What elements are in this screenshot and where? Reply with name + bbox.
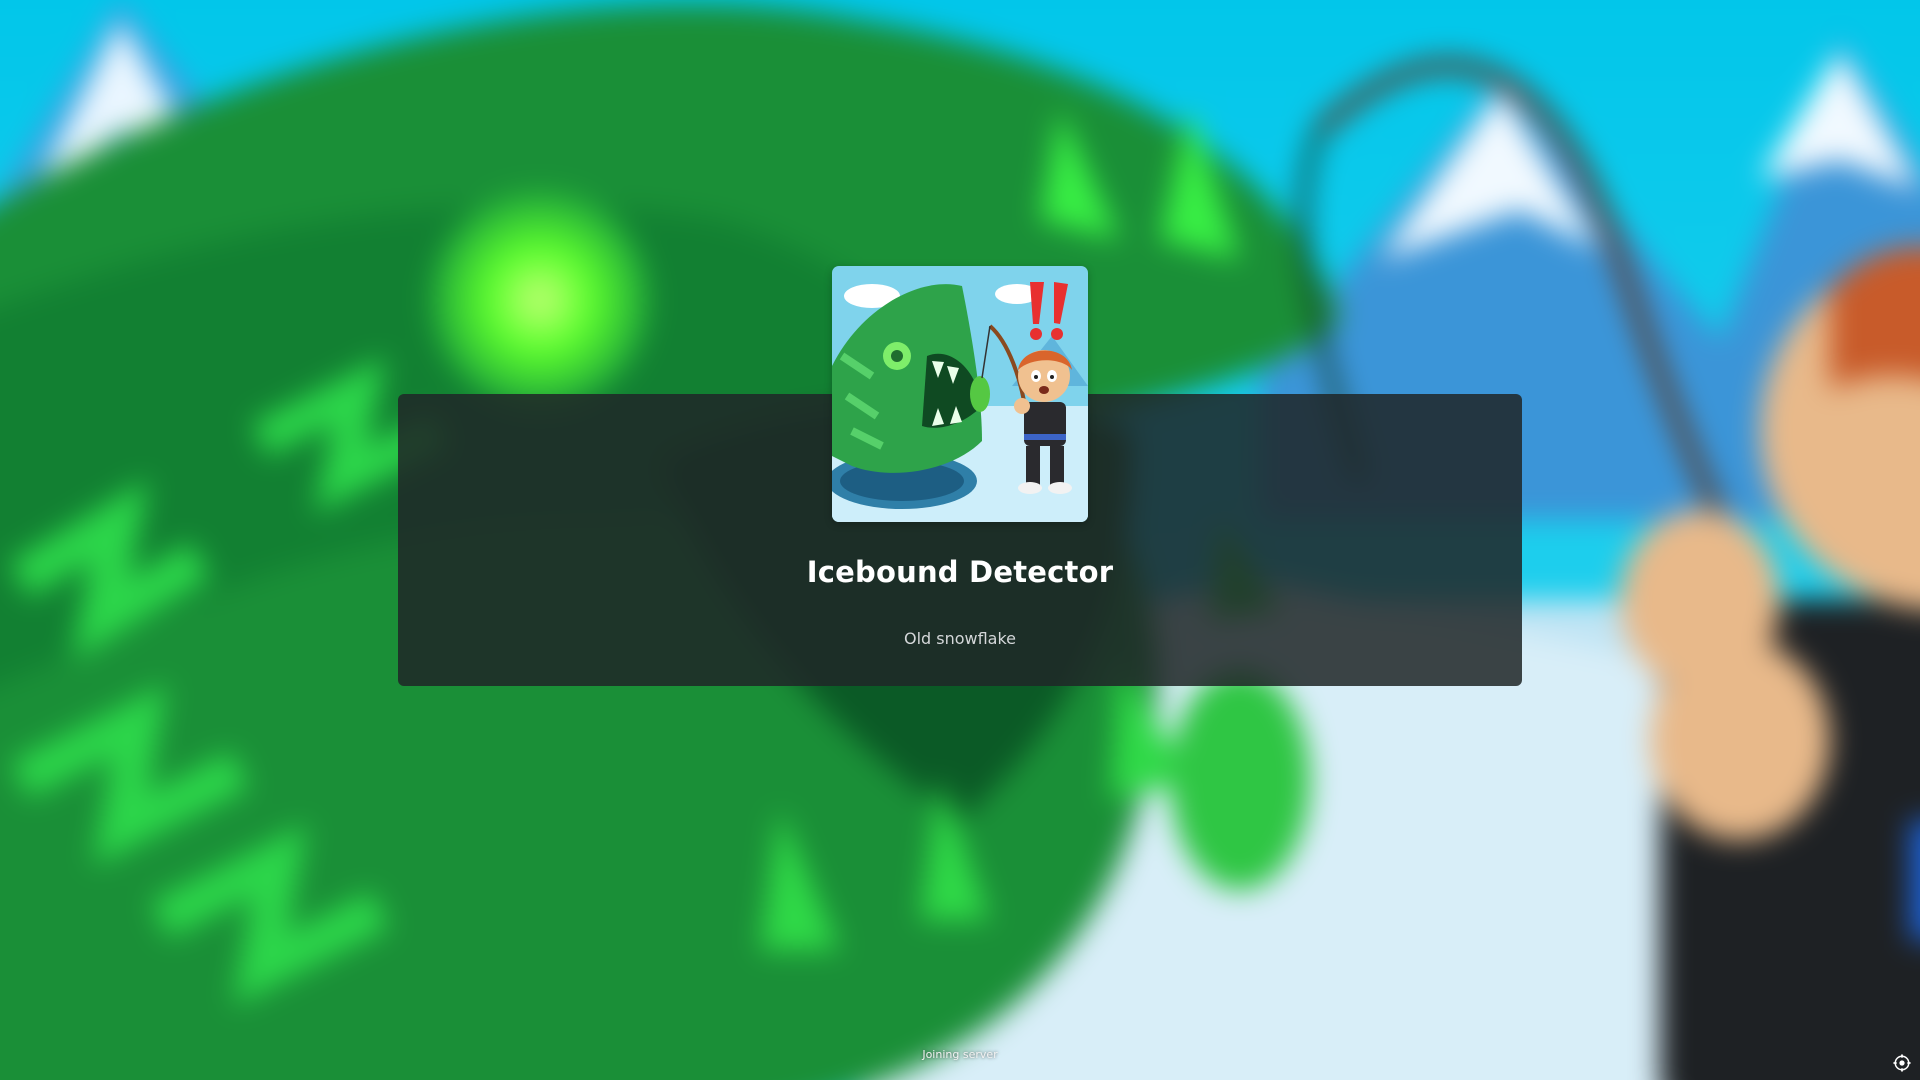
game-title: Icebound Detector xyxy=(806,555,1114,589)
settings-icon xyxy=(1893,1054,1911,1072)
game-creator: Old snowflake xyxy=(903,629,1017,648)
game-thumbnail xyxy=(832,266,1088,522)
settings-button[interactable] xyxy=(1893,1054,1911,1072)
loading-screen: Icebound Detector Old snowflake Joining … xyxy=(0,0,1920,1080)
loading-status: Joining server xyxy=(922,1048,998,1061)
